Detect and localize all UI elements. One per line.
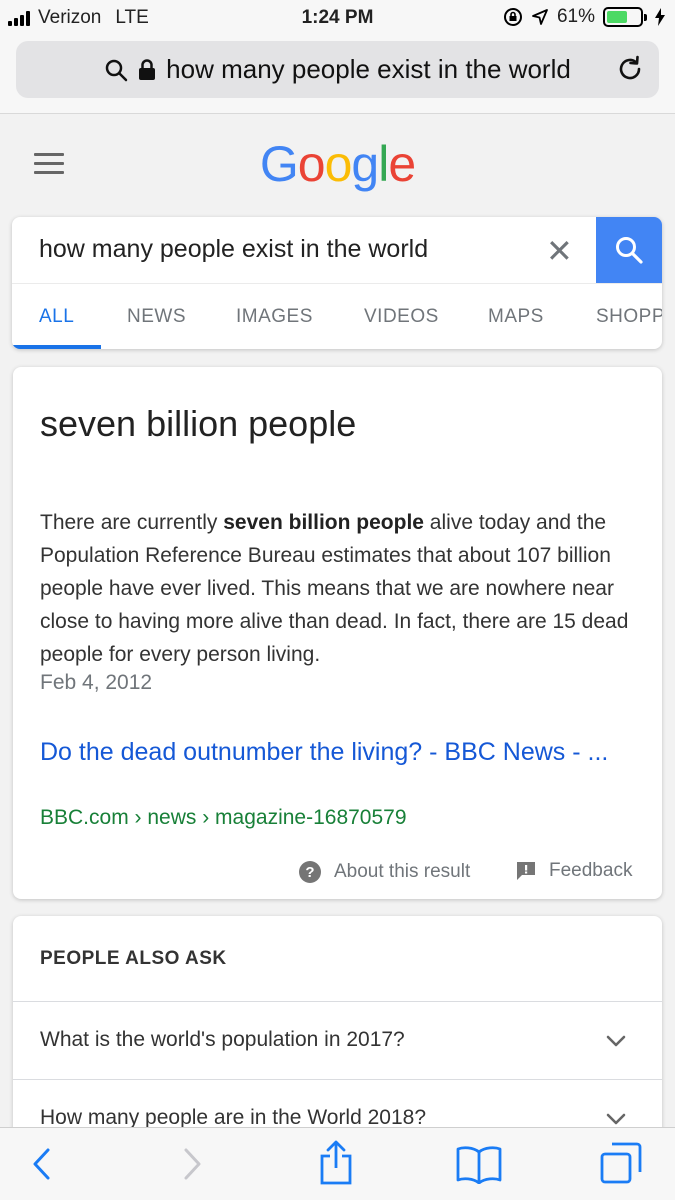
browser-address-area: how many people exist in the world [0, 36, 675, 114]
tab-maps[interactable]: MAPS [488, 306, 544, 328]
answer-snippet: There are currently seven billion people… [40, 506, 640, 671]
battery-level [607, 11, 627, 23]
address-bar[interactable]: how many people exist in the world [16, 41, 659, 98]
search-tabs: ALL NEWS IMAGES VIDEOS MAPS SHOPP [12, 283, 662, 349]
about-result-button[interactable]: ? About this result [298, 860, 470, 884]
result-link[interactable]: Do the dead outnumber the living? - BBC … [40, 736, 640, 769]
battery-icon [603, 7, 647, 27]
search-icon [105, 59, 128, 81]
url-text: how many people exist in the world [166, 54, 571, 84]
location-icon [532, 9, 548, 25]
question-text: What is the world's population in 2017? [40, 1028, 405, 1051]
result-url[interactable]: BBC.com › news › magazine-16870579 [40, 806, 407, 830]
search-button[interactable] [596, 217, 662, 283]
logo-letter: e [388, 136, 416, 192]
bookmarks-icon[interactable] [455, 1144, 503, 1184]
back-icon[interactable] [30, 1146, 54, 1182]
tabs-icon[interactable] [598, 1140, 644, 1186]
svg-text:?: ? [305, 864, 314, 881]
logo-letter: o [324, 136, 353, 192]
tab-shopping[interactable]: SHOPP [596, 306, 662, 328]
logo-letter: G [259, 136, 299, 192]
snippet-highlight: seven billion people [223, 511, 424, 534]
lock-icon [139, 58, 156, 80]
google-logo[interactable]: Google [0, 135, 675, 193]
featured-answer-card: seven billion people There are currently… [13, 367, 662, 899]
tab-videos[interactable]: VIDEOS [364, 306, 439, 328]
reload-icon[interactable] [615, 54, 645, 84]
list-item[interactable]: What is the world's population in 2017? [13, 1001, 662, 1079]
search-input[interactable]: how many people exist in the world [39, 235, 428, 264]
status-right: 61% [503, 6, 665, 28]
feedback-icon [517, 862, 535, 880]
google-header: Google [0, 115, 675, 215]
answer-title: seven billion people [40, 403, 357, 444]
tab-images[interactable]: IMAGES [236, 306, 313, 328]
logo-letter: l [378, 136, 389, 192]
chevron-down-icon [606, 1035, 626, 1047]
share-icon[interactable] [316, 1140, 356, 1186]
rotation-lock-icon [503, 8, 522, 26]
help-icon: ? [299, 861, 321, 883]
snippet-text: There are currently [40, 511, 224, 534]
search-box-card: how many people exist in the world ✕ ALL… [12, 217, 662, 349]
charging-icon [655, 8, 665, 26]
snippet-date: Feb 4, 2012 [40, 671, 153, 694]
clear-icon[interactable]: ✕ [546, 235, 573, 267]
logo-letter: o [297, 136, 326, 192]
browser-toolbar [0, 1127, 675, 1200]
active-tab-indicator [12, 345, 101, 349]
search-icon [616, 237, 643, 264]
tab-all[interactable]: ALL [39, 306, 74, 328]
status-bar: Verizon LTE 1:24 PM 61% [0, 0, 675, 36]
people-also-ask-heading: PEOPLE ALSO ASK [40, 948, 227, 969]
feedback-button[interactable]: Feedback [515, 860, 632, 882]
logo-letter: g [351, 136, 379, 192]
forward-icon[interactable] [180, 1146, 204, 1182]
feedback-label: Feedback [549, 860, 633, 881]
snippet-text-rest: alive today and the Population Reference… [40, 511, 629, 666]
about-label: About this result [334, 861, 471, 882]
tab-news[interactable]: NEWS [127, 306, 186, 328]
battery-percent: 61% [556, 6, 595, 27]
